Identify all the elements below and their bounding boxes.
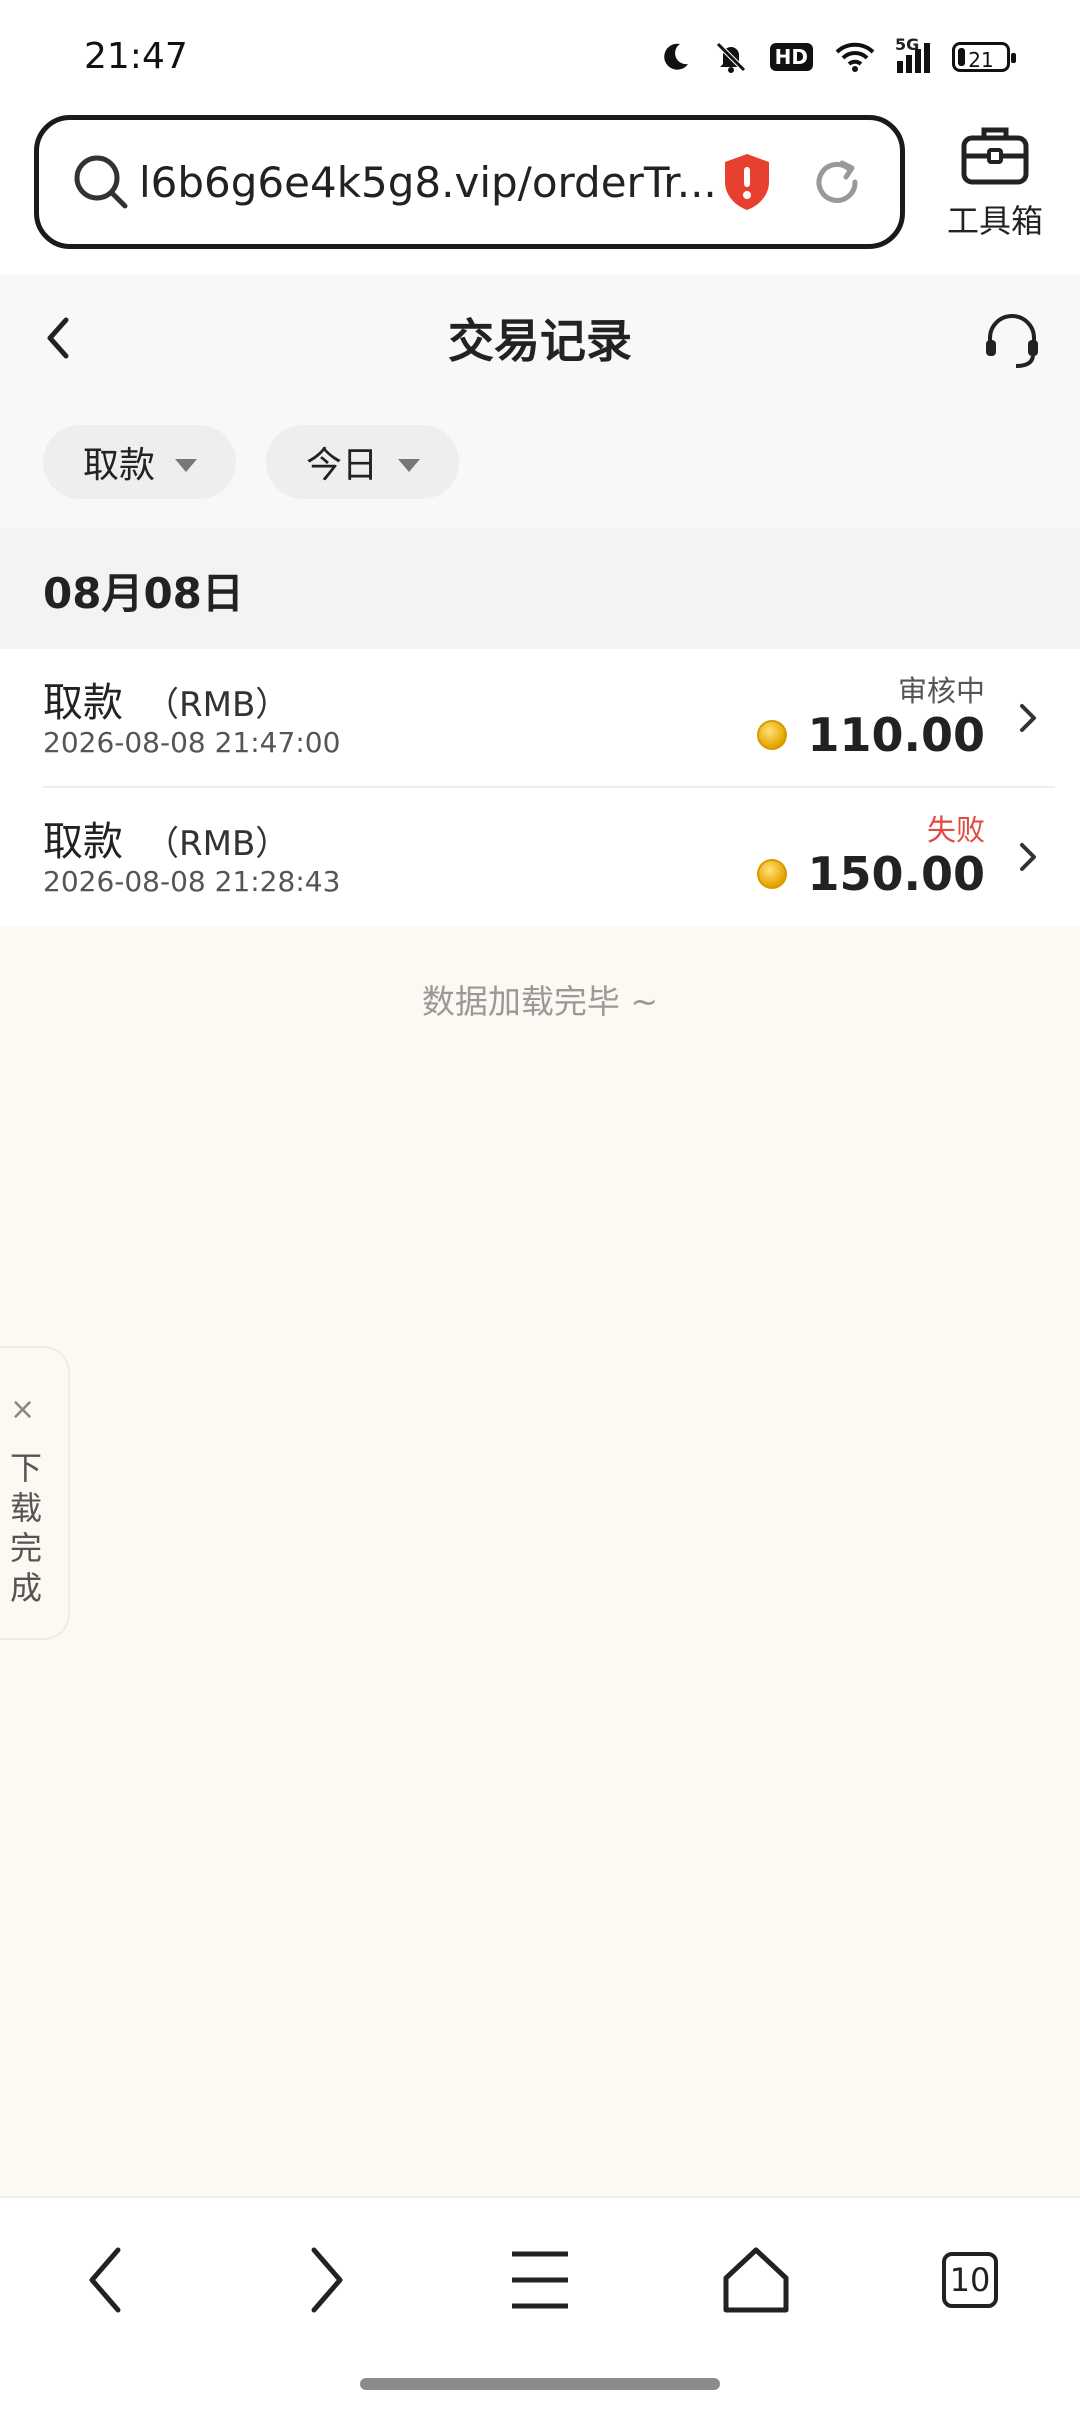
security-warning-icon[interactable] bbox=[722, 152, 772, 212]
nav-back-icon[interactable] bbox=[68, 2240, 148, 2320]
record-type: 取款 （RMB） bbox=[43, 809, 289, 867]
record-type: 取款 （RMB） bbox=[43, 670, 289, 728]
network-label: 5G bbox=[895, 35, 920, 54]
home-icon[interactable] bbox=[716, 2240, 796, 2320]
tab-count: 10 bbox=[942, 2252, 998, 2308]
chevron-down-icon bbox=[398, 458, 421, 472]
record-amount-value: 150.00 bbox=[807, 847, 985, 901]
bell-muted-icon bbox=[715, 42, 746, 73]
status-icons: HD 5G 21 bbox=[658, 35, 1016, 74]
customer-service-headset-icon[interactable] bbox=[982, 310, 1042, 370]
moon-icon bbox=[663, 43, 688, 70]
coin-icon bbox=[757, 720, 788, 750]
record-currency: （RMB） bbox=[145, 824, 290, 864]
record-currency: （RMB） bbox=[145, 685, 290, 725]
url-text[interactable]: l6b6g6e4k5g8.vip/orderTr... bbox=[139, 158, 717, 207]
toolbox-icon bbox=[961, 127, 1029, 185]
download-complete-tab[interactable]: × 下载完成 bbox=[0, 1346, 70, 1640]
type-filter-label: 取款 bbox=[83, 445, 156, 486]
menu-icon[interactable] bbox=[500, 2240, 580, 2320]
nav-forward-icon[interactable] bbox=[284, 2240, 364, 2320]
record-type-label: 取款 bbox=[43, 680, 123, 726]
record-amount-value: 110.00 bbox=[807, 708, 985, 762]
list-footer-area bbox=[0, 926, 1080, 2196]
record-amount: 110.00 bbox=[757, 708, 985, 762]
record-amount: 150.00 bbox=[757, 847, 985, 901]
record-status: 失败 bbox=[926, 813, 985, 847]
type-filter-dropdown[interactable]: 取款 bbox=[43, 425, 236, 499]
hd-badge: HD bbox=[769, 43, 813, 71]
record-type-label: 取款 bbox=[43, 819, 123, 865]
search-icon bbox=[74, 155, 128, 209]
record-status: 审核中 bbox=[897, 674, 985, 708]
toolbox-label: 工具箱 bbox=[946, 202, 1043, 240]
chevron-right-icon[interactable] bbox=[1016, 837, 1040, 877]
signal-icon: 5G bbox=[895, 35, 930, 73]
chevron-down-icon bbox=[175, 458, 198, 472]
status-time: 21:47 bbox=[84, 36, 188, 77]
url-bar[interactable]: l6b6g6e4k5g8.vip/orderTr... bbox=[34, 115, 905, 249]
close-icon[interactable]: × bbox=[10, 1392, 35, 1427]
home-indicator[interactable] bbox=[360, 2378, 720, 2390]
wifi-icon bbox=[835, 42, 875, 72]
period-filter-label: 今日 bbox=[306, 445, 379, 486]
page-title: 交易记录 bbox=[448, 314, 632, 368]
battery-level: 21 bbox=[968, 48, 994, 72]
battery-icon: 21 bbox=[952, 42, 1016, 72]
tabs-button[interactable]: 10 bbox=[930, 2240, 1010, 2320]
chevron-right-icon[interactable] bbox=[1016, 698, 1040, 738]
record-time: 2026-08-08 21:47:00 bbox=[43, 726, 341, 759]
period-filter-dropdown[interactable]: 今日 bbox=[266, 425, 459, 499]
load-complete-text: 数据加载完毕 ~ bbox=[421, 982, 659, 1021]
refresh-icon[interactable] bbox=[810, 155, 864, 209]
toolbox-button[interactable]: 工具箱 bbox=[940, 124, 1050, 242]
download-complete-label: 下载完成 bbox=[9, 1449, 42, 1607]
coin-icon bbox=[757, 859, 788, 889]
record-time: 2026-08-08 21:28:43 bbox=[43, 865, 341, 898]
date-group-label: 08月08日 bbox=[43, 569, 244, 618]
